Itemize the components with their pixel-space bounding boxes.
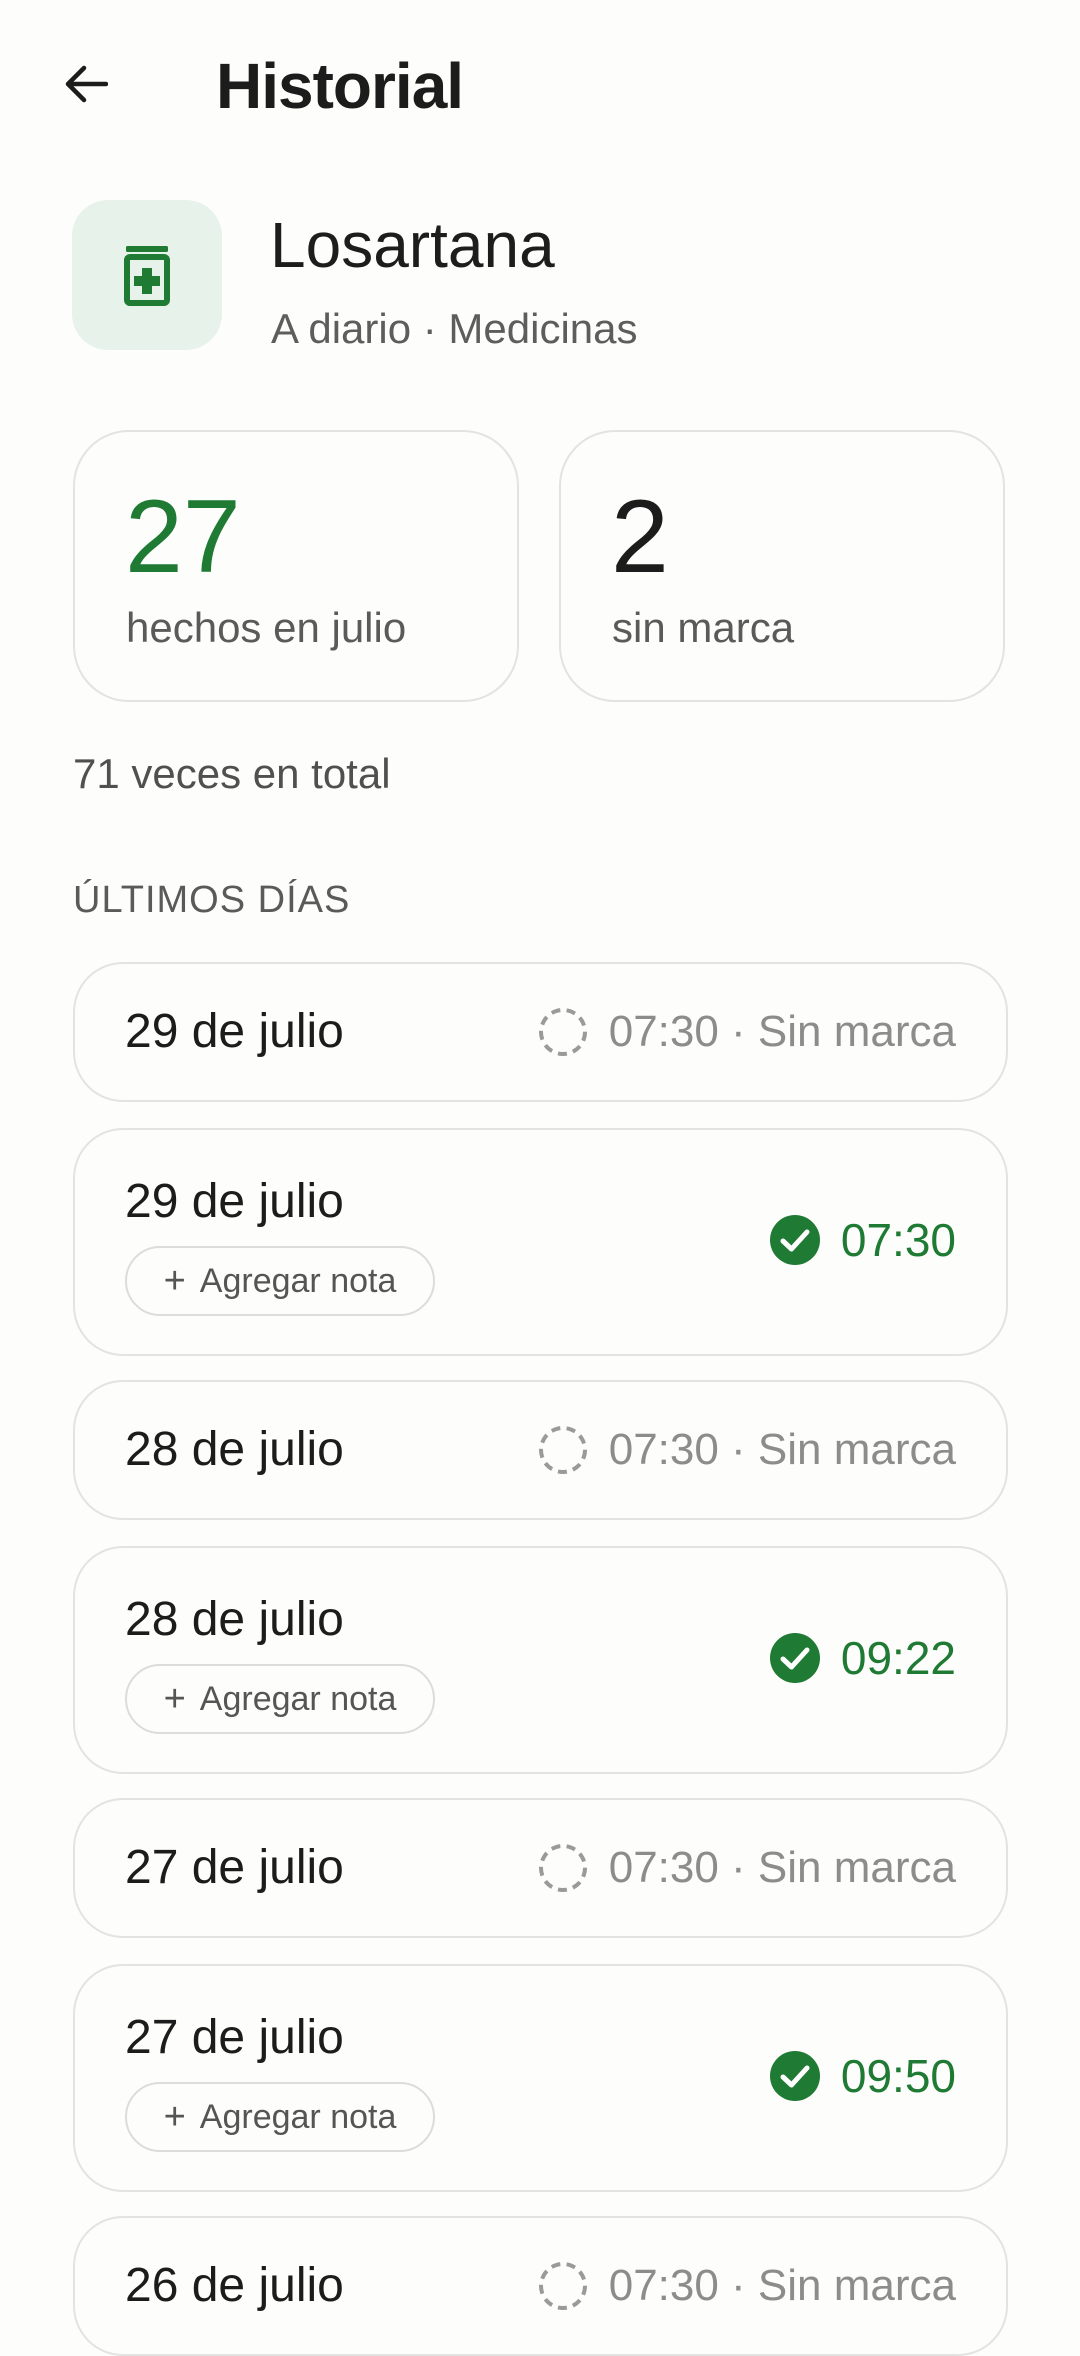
page-title: Historial (216, 50, 464, 122)
add-note-button[interactable]: + Agregar nota (125, 2082, 435, 2152)
day-date: 29 de julio (125, 1005, 344, 1058)
day-date: 27 de julio (125, 1841, 344, 1894)
day-status-text: 07:30 (840, 1214, 956, 1266)
total-count-text: 71 veces en total (73, 750, 391, 797)
day-date: 28 de julio (125, 1423, 344, 1476)
day-status: 09:22 (769, 1630, 956, 1686)
day-date: 26 de julio (125, 2259, 344, 2312)
add-note-button[interactable]: + Agregar nota (125, 1664, 435, 1734)
day-status-text: 07:30 · Sin marca (608, 2261, 956, 2310)
stat-unmarked-value: 2 (611, 479, 669, 595)
dashed-circle-icon (537, 2260, 589, 2312)
day-status: 07:30 · Sin marca (537, 1840, 956, 1896)
day-date: 28 de julio (125, 1593, 344, 1646)
medication-name: Losartana (270, 209, 555, 281)
day-status-text: 07:30 · Sin marca (608, 1425, 956, 1474)
day-status-text: 09:22 (840, 1632, 956, 1684)
check-circle-icon (769, 1214, 821, 1266)
day-status: 07:30 · Sin marca (537, 1422, 956, 1478)
day-status: 07:30 (769, 1212, 956, 1268)
arrow-left-icon (62, 64, 108, 104)
add-note-label: Agregar nota (199, 1261, 397, 1300)
stat-unmarked-label: sin marca (612, 604, 795, 651)
plus-icon: + (163, 1260, 186, 1302)
add-note-label: Agregar nota (199, 1679, 397, 1718)
section-heading-recent-days: ÚLTIMOS DÍAS (73, 879, 351, 921)
back-button[interactable] (40, 44, 130, 124)
stat-card-unmarked: 2 sin marca (559, 430, 1005, 702)
day-date: 27 de julio (125, 2011, 344, 2064)
day-row[interactable]: 28 de julio 07:30 · Sin marca (73, 1380, 1008, 1520)
stat-card-done: 27 hechos en julio (73, 430, 519, 702)
dashed-circle-icon (537, 1424, 589, 1476)
day-status-text: 07:30 · Sin marca (608, 1007, 956, 1056)
dashed-circle-icon (537, 1842, 589, 1894)
day-row[interactable]: 27 de julio + Agregar nota 09:50 (73, 1964, 1008, 2192)
day-row[interactable]: 29 de julio 07:30 · Sin marca (73, 962, 1008, 1102)
day-date: 29 de julio (125, 1175, 344, 1228)
day-row[interactable]: 28 de julio + Agregar nota 09:22 (73, 1546, 1008, 1774)
add-note-button[interactable]: + Agregar nota (125, 1246, 435, 1316)
stat-done-label: hechos en julio (126, 604, 407, 651)
plus-icon: + (163, 1678, 186, 1720)
day-row[interactable]: 29 de julio + Agregar nota 07:30 (73, 1128, 1008, 1356)
day-status-text: 09:50 (840, 2050, 956, 2102)
day-row[interactable]: 27 de julio 07:30 · Sin marca (73, 1798, 1008, 1938)
day-row[interactable]: 26 de julio 07:30 · Sin marca (73, 2216, 1008, 2356)
check-circle-icon (769, 2050, 821, 2102)
day-status: 09:50 (769, 2048, 956, 2104)
dashed-circle-icon (537, 1006, 589, 1058)
stat-done-value: 27 (125, 479, 241, 595)
day-status-text: 07:30 · Sin marca (608, 1843, 956, 1892)
check-circle-icon (769, 1632, 821, 1684)
pill-bottle-icon (122, 244, 172, 306)
app-header: Historial (0, 0, 1080, 170)
add-note-label: Agregar nota (199, 2097, 397, 2136)
day-status: 07:30 · Sin marca (537, 2258, 956, 2314)
day-status: 07:30 · Sin marca (537, 1004, 956, 1060)
medication-icon-tile (72, 200, 222, 350)
plus-icon: + (163, 2096, 186, 2138)
medication-subtitle: A diario · Medicinas (271, 305, 638, 352)
